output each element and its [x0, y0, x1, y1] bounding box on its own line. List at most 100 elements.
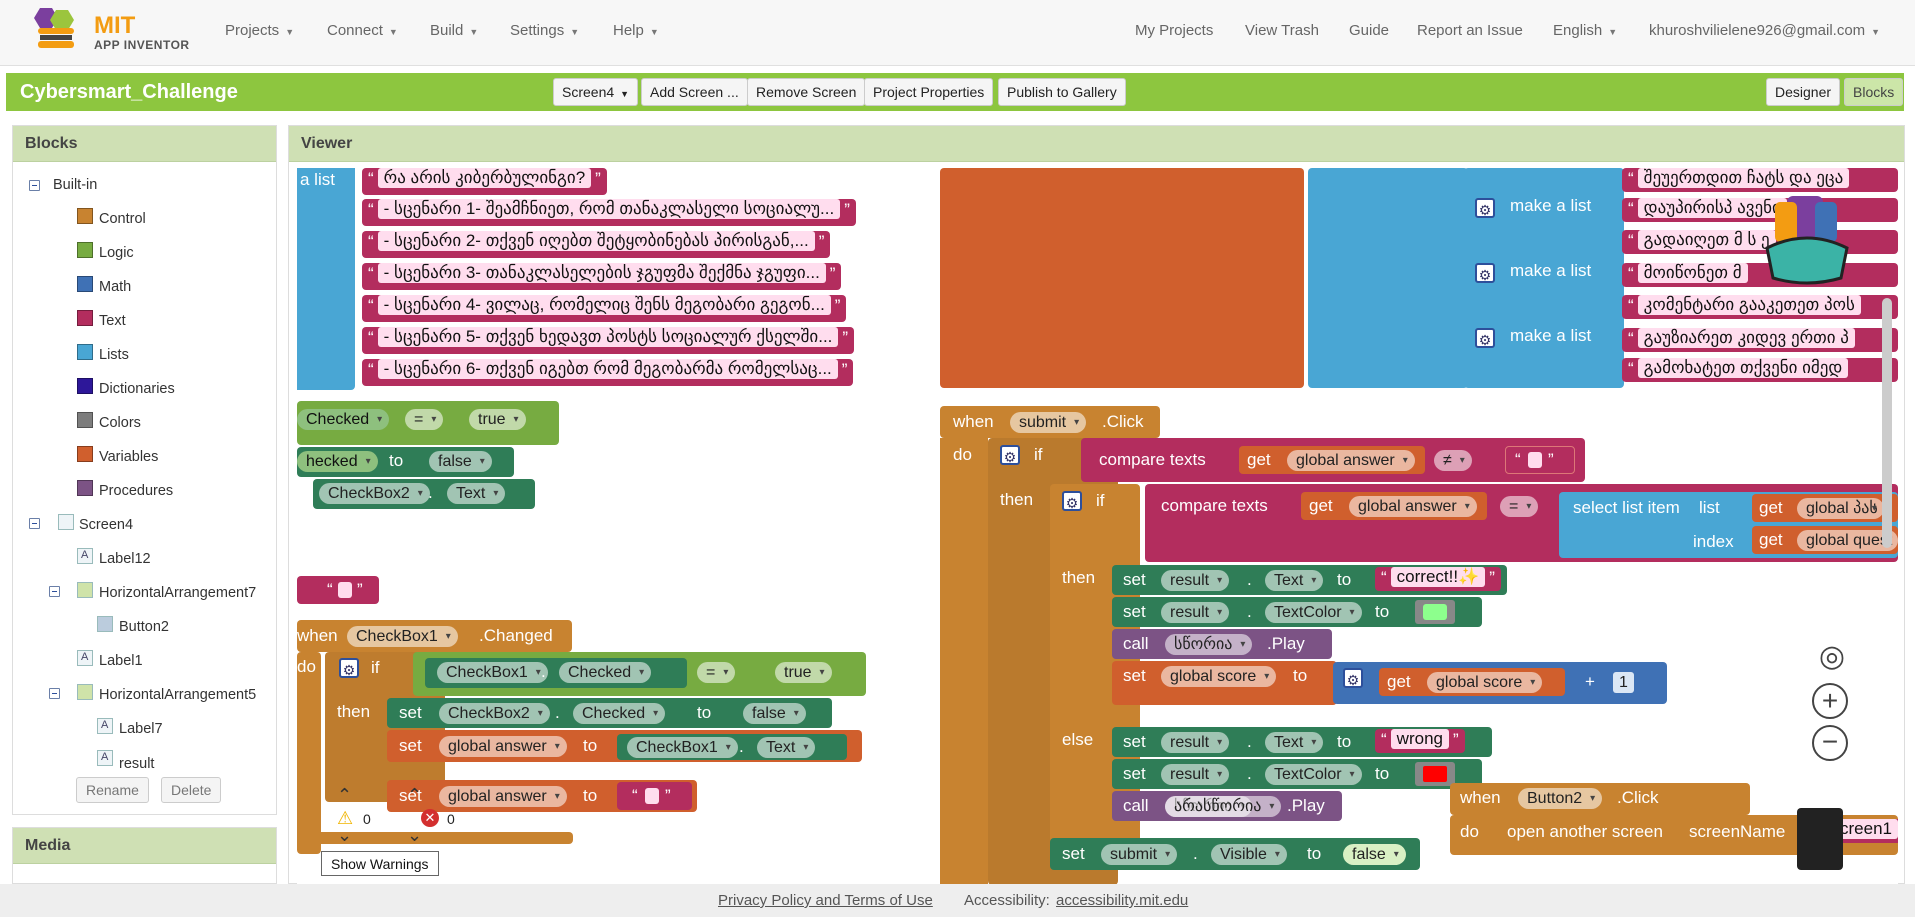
component-dropdown[interactable]: სწორია	[1165, 634, 1253, 655]
variable-dropdown[interactable]: global answer	[439, 736, 567, 757]
string-block[interactable]: “- სცენარი 2- თქვენ იღებთ შეტყობინებას პ…	[362, 231, 831, 258]
component-dropdown[interactable]: result	[1161, 570, 1230, 591]
boolean-dropdown[interactable]: true	[775, 662, 832, 683]
operator-dropdown[interactable]: ≠	[1434, 450, 1472, 471]
variable-block[interactable]	[940, 168, 1304, 388]
blocks-workspace[interactable]: a list “რა არის კიბერბულინგი?” “- სცენარ…	[297, 168, 1898, 885]
tree-result[interactable]: result	[119, 756, 154, 772]
empty-string-field[interactable]	[338, 582, 352, 598]
string-block[interactable]: “- სცენარი 6- თქვენ იგებთ რომ მეგობარმა …	[362, 359, 854, 386]
make-list-block[interactable]: a list	[297, 168, 355, 390]
tree-label12[interactable]: Label12	[99, 551, 151, 567]
zoom-out-icon[interactable]: −	[1812, 725, 1848, 761]
drawer-variables[interactable]: Variables	[99, 449, 158, 465]
warnings-down-arrow-icon[interactable]: ⌄	[337, 826, 361, 844]
drawer-logic[interactable]: Logic	[99, 245, 134, 261]
tree-screen4[interactable]: Screen4	[79, 517, 133, 533]
property-dropdown[interactable]: Text	[447, 483, 506, 504]
screen-selector[interactable]: Screen4 ▼	[553, 78, 639, 106]
drawer-text[interactable]: Text	[99, 313, 126, 329]
variable-dropdown[interactable]: global answer	[1287, 450, 1415, 471]
list-block[interactable]	[1308, 168, 1468, 388]
tree-label1[interactable]: Label1	[99, 653, 143, 669]
menu-build[interactable]: Build ▼	[430, 22, 478, 39]
operator-dropdown[interactable]: =	[697, 662, 736, 683]
drawer-procedures[interactable]: Procedures	[99, 483, 173, 499]
designer-button[interactable]: Designer	[1766, 78, 1841, 106]
add-screen-button[interactable]: Add Screen ...	[641, 78, 748, 106]
component-dropdown[interactable]: result	[1161, 732, 1230, 753]
app-inventor-logo[interactable]: MIT APP INVENTOR	[30, 6, 190, 54]
boolean-dropdown[interactable]: false	[743, 703, 806, 724]
operator-dropdown[interactable]: =	[1500, 496, 1539, 517]
blocks-button[interactable]: Blocks	[1844, 78, 1904, 106]
string-block[interactable]: “გამოხატეთ თქვენი იმედ	[1622, 358, 1898, 382]
property-dropdown[interactable]: hecked	[297, 451, 378, 472]
string-block[interactable]: “რა არის კიბერბულინგი?”	[362, 168, 607, 195]
drawer-colors[interactable]: Colors	[99, 415, 141, 431]
drawer-math[interactable]: Math	[99, 279, 131, 295]
string-block[interactable]: “wrong”	[1375, 729, 1465, 753]
link-report-issue[interactable]: Report an Issue	[1417, 22, 1523, 39]
gear-icon[interactable]: ⚙	[1000, 445, 1020, 465]
recenter-target-icon[interactable]: ◎	[1812, 638, 1852, 678]
property-dropdown[interactable]: Text	[1265, 732, 1324, 753]
trash-can-icon[interactable]	[1797, 808, 1843, 870]
delete-button[interactable]: Delete	[161, 777, 222, 803]
warnings-up-arrow-icon[interactable]: ⌃	[337, 786, 361, 804]
property-dropdown[interactable]: Text	[757, 737, 816, 758]
collapse-toggle-icon[interactable]	[29, 518, 40, 529]
component-dropdown[interactable]: CheckBox2	[439, 703, 550, 724]
privacy-policy-link[interactable]: Privacy Policy and Terms of Use	[718, 892, 933, 909]
link-view-trash[interactable]: View Trash	[1245, 22, 1319, 39]
gear-icon[interactable]: ⚙	[1475, 328, 1495, 348]
backpack-icon[interactable]	[1757, 188, 1857, 288]
string-block[interactable]: “- სცენარი 1- შეამჩნიეთ, რომ თანაკლასელი…	[362, 199, 856, 226]
project-properties-button[interactable]: Project Properties	[864, 78, 994, 106]
color-block-green[interactable]	[1415, 600, 1455, 624]
gear-icon[interactable]: ⚙	[1475, 198, 1495, 218]
component-dropdown[interactable]: CheckBox2	[319, 483, 430, 504]
boolean-dropdown[interactable]: true	[469, 409, 526, 430]
property-dropdown[interactable]: TextColor	[1265, 602, 1362, 623]
empty-string-field[interactable]	[645, 788, 659, 804]
collapse-toggle-icon[interactable]	[49, 586, 60, 597]
variable-dropdown[interactable]: global answer	[439, 786, 567, 807]
component-dropdown[interactable]: result	[1161, 602, 1230, 623]
variable-dropdown[interactable]: global score	[1427, 672, 1543, 693]
property-dropdown[interactable]: Text	[1265, 570, 1324, 591]
component-dropdown[interactable]: Button2	[1518, 788, 1603, 809]
tree-horizontalarrangement7[interactable]: HorizontalArrangement7	[99, 585, 256, 601]
tree-horizontalarrangement5[interactable]: HorizontalArrangement5	[99, 687, 256, 703]
variable-dropdown[interactable]: global პას	[1797, 498, 1884, 519]
string-block[interactable]: “- სცენარი 5- თქვენ ხედავთ პოსტს სოციალუ…	[362, 327, 855, 354]
link-guide[interactable]: Guide	[1349, 22, 1389, 39]
menu-settings[interactable]: Settings ▼	[510, 22, 579, 39]
remove-screen-button[interactable]: Remove Screen	[747, 78, 866, 106]
string-block[interactable]: “- სცენარი 3- თანაკლასელების ჯგუფმა შექმ…	[362, 263, 842, 290]
variable-dropdown[interactable]: global score	[1161, 666, 1277, 687]
string-block[interactable]: “კომენტარი გააკეთეთ პოს	[1622, 295, 1898, 319]
drawer-dictionaries[interactable]: Dictionaries	[99, 381, 175, 397]
component-dropdown[interactable]: result	[1161, 764, 1230, 785]
operator-dropdown[interactable]: =	[405, 409, 444, 430]
gear-icon[interactable]: ⚙	[1062, 491, 1082, 511]
menu-help[interactable]: Help ▼	[613, 22, 659, 39]
boolean-dropdown[interactable]: false	[1343, 844, 1406, 865]
errors-up-arrow-icon[interactable]: ⌃	[407, 786, 431, 804]
variable-dropdown[interactable]: global answer	[1349, 496, 1477, 517]
zoom-in-icon[interactable]: +	[1812, 683, 1848, 719]
property-dropdown[interactable]: Visible	[1211, 844, 1287, 865]
boolean-dropdown[interactable]: false	[429, 451, 492, 472]
component-dropdown[interactable]: CheckBox1	[627, 737, 738, 758]
gear-icon[interactable]: ⚙	[1343, 668, 1363, 688]
show-warnings-button[interactable]: Show Warnings	[321, 851, 439, 876]
gear-icon[interactable]: ⚙	[339, 658, 359, 678]
component-dropdown[interactable]: არასწორია	[1165, 796, 1282, 817]
number-field[interactable]: 1	[1613, 672, 1634, 693]
menu-account[interactable]: khuroshvilielene926@gmail.com ▼	[1649, 22, 1880, 39]
property-dropdown[interactable]: Checked	[559, 662, 652, 683]
vertical-scrollbar[interactable]	[1882, 298, 1892, 548]
component-dropdown[interactable]: CheckBox1	[437, 662, 548, 683]
component-dropdown[interactable]: submit	[1101, 844, 1178, 865]
